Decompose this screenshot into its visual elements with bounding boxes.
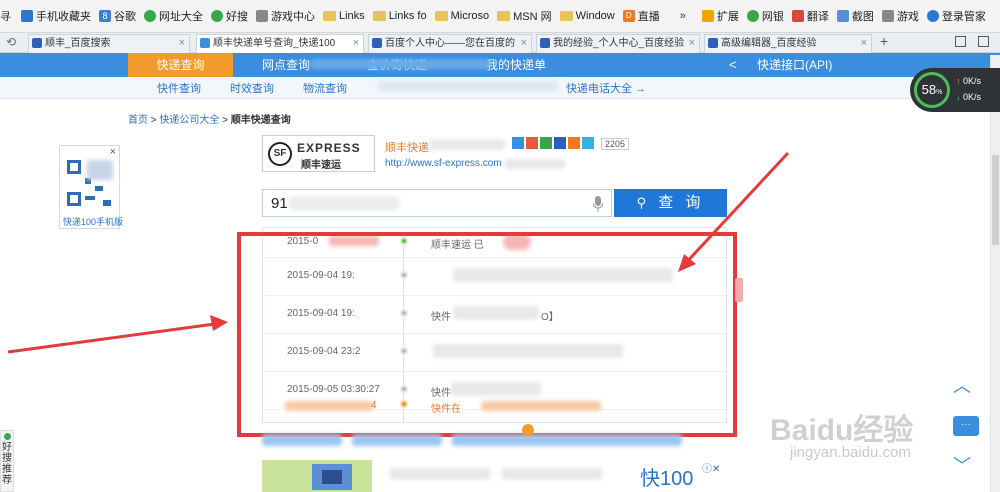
upload-icon: ↑	[956, 76, 961, 86]
bottom-toolbar	[262, 424, 727, 448]
info-badge-icon[interactable]	[522, 424, 534, 436]
scroll-down-icon[interactable]: ﹀	[953, 452, 971, 478]
ad-close-icon[interactable]: ⓘ✕	[702, 460, 720, 475]
upload-speed: ↑ 0K/s	[956, 76, 981, 86]
scroll-marker	[735, 278, 743, 302]
redaction-blur	[262, 434, 342, 446]
network-speed-widget[interactable]: 58% ↑ 0K/s ↓ 0K/s	[910, 68, 1000, 112]
download-icon: ↓	[956, 92, 961, 102]
ad-banner[interactable]: 快100 ⓘ✕	[262, 458, 727, 492]
feedback-chat-icon[interactable]: ···	[953, 416, 979, 436]
memory-percent-unit: %	[936, 89, 943, 96]
recommend-label: 好搜推荐	[2, 442, 12, 486]
baidu-jingyan-watermark: Baidu经验	[770, 414, 914, 447]
redaction-blur	[390, 468, 490, 480]
memory-percent: 58	[921, 82, 937, 97]
green-dot-icon	[3, 433, 11, 440]
redaction-blur	[502, 468, 602, 480]
download-speed: ↓ 0K/s	[956, 92, 981, 102]
baidu-jingyan-url: jingyan.baidu.com	[790, 444, 911, 461]
vertical-scrollbar[interactable]: ▲	[990, 55, 1000, 492]
upload-speed-value: 0K/s	[963, 76, 982, 86]
scroll-top-icon[interactable]: ︿	[953, 372, 971, 398]
redaction-blur	[452, 434, 682, 446]
ad-pencil-icon	[312, 464, 352, 490]
ad-brand: 快100	[640, 468, 694, 490]
memory-gauge: 58%	[914, 72, 950, 108]
redaction-blur	[352, 434, 442, 446]
scroll-thumb[interactable]	[992, 155, 999, 245]
haosou-recommend-tab[interactable]: 好搜推荐	[0, 430, 14, 492]
download-speed-value: 0K/s	[963, 92, 982, 102]
